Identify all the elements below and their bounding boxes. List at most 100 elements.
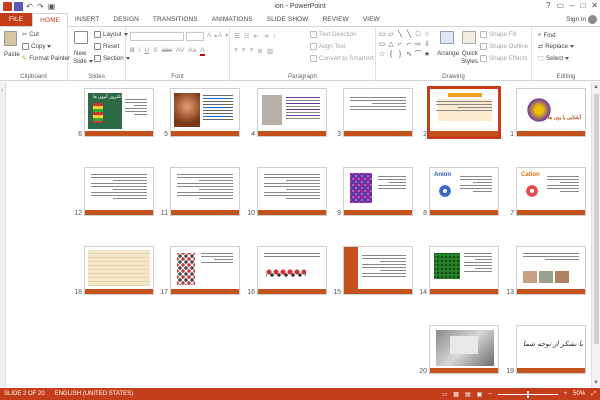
shape-option[interactable]: ▱ bbox=[387, 30, 395, 39]
zoom-out-icon[interactable]: – bbox=[488, 391, 491, 397]
section-button[interactable]: Section bbox=[94, 55, 130, 62]
align-right-icon[interactable]: ≡ bbox=[250, 47, 254, 55]
numbering-icon[interactable]: ☷ bbox=[244, 32, 250, 40]
tab-slide-show[interactable]: SLIDE SHOW bbox=[260, 13, 316, 26]
zoom-in-icon[interactable]: + bbox=[564, 391, 568, 397]
slide-thumbnail[interactable] bbox=[84, 167, 154, 216]
shape-option[interactable]: ╲ bbox=[405, 30, 413, 39]
shape-option[interactable]: ╲ bbox=[396, 30, 404, 39]
shape-fill-button[interactable]: Shape Fill bbox=[480, 31, 517, 38]
tab-animations[interactable]: ANIMATIONS bbox=[205, 13, 260, 26]
sign-in-link[interactable]: Sign in bbox=[566, 16, 586, 23]
slide-thumbnail[interactable] bbox=[343, 246, 413, 295]
slide-thumbnail[interactable] bbox=[429, 325, 499, 374]
tab-home[interactable]: HOME bbox=[32, 13, 69, 27]
slide-thumbnail[interactable] bbox=[170, 88, 240, 137]
columns-icon[interactable]: ▥ bbox=[267, 47, 273, 55]
shape-option[interactable]: ⌐ bbox=[396, 40, 404, 49]
shape-option[interactable]: ⇨ bbox=[414, 40, 422, 49]
reading-view-icon[interactable]: ▤ bbox=[465, 391, 471, 398]
zoom-slider-knob[interactable] bbox=[526, 390, 529, 398]
zoom-level[interactable]: 50% bbox=[573, 391, 585, 397]
text-direction-button[interactable]: Text Direction bbox=[310, 31, 356, 38]
slide-thumbnail[interactable]: الکترون آبیون ها bbox=[84, 88, 154, 137]
shape-option[interactable]: ⇩ bbox=[423, 40, 431, 49]
new-slide-dropdown[interactable]: Slide bbox=[73, 58, 93, 65]
font-color-button[interactable]: A bbox=[200, 47, 205, 56]
tab-review[interactable]: REVIEW bbox=[316, 13, 356, 26]
justify-icon[interactable]: ≣ bbox=[257, 47, 262, 55]
copy-button[interactable]: Copy bbox=[22, 43, 52, 50]
change-case-button[interactable]: Aa bbox=[188, 47, 196, 56]
shape-option[interactable]: ⌒ bbox=[414, 50, 422, 59]
shape-option[interactable]: ⌐ bbox=[405, 40, 413, 49]
bullets-icon[interactable]: ☰ bbox=[234, 32, 240, 40]
line-spacing-icon[interactable]: ↕ bbox=[273, 32, 276, 40]
slide-thumbnail[interactable] bbox=[429, 246, 499, 295]
arrange-button[interactable]: Arrange bbox=[437, 50, 459, 57]
slide-thumbnail[interactable]: آشنایی با یون ها bbox=[516, 88, 586, 137]
strikethrough-button[interactable]: abc bbox=[162, 47, 172, 56]
slide-thumbnail[interactable] bbox=[170, 167, 240, 216]
tab-insert[interactable]: INSERT bbox=[68, 13, 106, 26]
tab-view[interactable]: VIEW bbox=[356, 13, 387, 26]
new-slide-icon[interactable] bbox=[74, 31, 88, 44]
slide-thumbnail[interactable] bbox=[257, 88, 327, 137]
shape-option[interactable]: △ bbox=[387, 40, 395, 49]
arrange-icon[interactable] bbox=[440, 31, 454, 44]
align-text-button[interactable]: Align Text bbox=[310, 43, 346, 50]
slide-thumbnail[interactable] bbox=[84, 246, 154, 295]
italic-button[interactable]: I bbox=[139, 47, 141, 56]
format-painter-button[interactable]: ✎ Format Painter bbox=[22, 55, 70, 62]
shape-option[interactable]: ∿ bbox=[405, 50, 413, 59]
shape-option[interactable]: ▭ bbox=[378, 30, 386, 39]
increase-indent-icon[interactable]: ⇥ bbox=[263, 32, 268, 40]
help-icon[interactable]: ? bbox=[546, 1, 550, 10]
select-button[interactable]: ⬚ Select bbox=[538, 55, 570, 62]
shape-option[interactable]: ★ bbox=[423, 50, 431, 59]
collapsed-thumbnail-pane[interactable]: › bbox=[0, 82, 6, 388]
new-slide-label[interactable]: New bbox=[74, 50, 86, 57]
slideshow-view-icon[interactable]: ▣ bbox=[477, 391, 483, 398]
scroll-down-icon[interactable]: ▼ bbox=[593, 380, 599, 386]
zoom-slider[interactable] bbox=[497, 390, 558, 398]
normal-view-icon[interactable]: ▭ bbox=[442, 391, 448, 398]
slide-thumbnail[interactable] bbox=[516, 246, 586, 295]
slide-thumbnail[interactable]: با تشکر از توجه شما bbox=[516, 325, 586, 374]
shape-outline-button[interactable]: Shape Outline bbox=[480, 43, 528, 50]
shape-option[interactable]: { bbox=[387, 50, 395, 59]
scrollbar-thumb[interactable] bbox=[594, 94, 599, 344]
expand-arrow-icon[interactable]: › bbox=[1, 88, 3, 94]
tab-design[interactable]: DESIGN bbox=[106, 13, 146, 26]
shape-option[interactable]: ▭ bbox=[378, 40, 386, 49]
slide-thumbnail[interactable]: Cation bbox=[516, 167, 586, 216]
paste-icon[interactable] bbox=[4, 31, 17, 46]
slide-thumbnail[interactable] bbox=[170, 246, 240, 295]
shadow-button[interactable]: S bbox=[153, 47, 157, 56]
font-name-combobox[interactable] bbox=[130, 32, 184, 41]
cut-button[interactable]: ✂ Cut bbox=[22, 31, 39, 38]
reset-button[interactable]: Reset bbox=[94, 43, 119, 50]
paste-button[interactable]: Paste bbox=[4, 51, 20, 58]
slide-thumbnail[interactable] bbox=[257, 167, 327, 216]
quick-styles-icon[interactable] bbox=[462, 31, 476, 44]
scroll-up-icon[interactable]: ▲ bbox=[593, 84, 599, 90]
font-size-combobox[interactable] bbox=[186, 32, 204, 41]
quick-styles-label-2[interactable]: Styles bbox=[461, 58, 478, 65]
shape-option[interactable]: } bbox=[396, 50, 404, 59]
minimize-icon[interactable]: – bbox=[570, 1, 574, 10]
decrease-indent-icon[interactable]: ⇤ bbox=[254, 32, 259, 40]
maximize-icon[interactable]: □ bbox=[580, 1, 585, 10]
shapes-gallery[interactable]: ▭ ▱ ╲ ╲ □ ○ ▭ △ ⌐ ⌐ ⇨ ⇩ ☆{} ∿ ⌒ ★ bbox=[378, 30, 430, 68]
vertical-scrollbar[interactable]: ▲ ▼ bbox=[591, 82, 600, 388]
slide-sorter-view-icon[interactable]: ▦ bbox=[453, 391, 459, 398]
fit-to-window-icon[interactable]: ⤢ bbox=[591, 391, 596, 398]
shape-option[interactable]: ○ bbox=[423, 30, 431, 39]
align-center-icon[interactable]: ≡ bbox=[242, 47, 246, 55]
char-spacing-button[interactable]: AV bbox=[176, 47, 184, 56]
bold-button[interactable]: B bbox=[130, 47, 135, 56]
align-left-icon[interactable]: ≡ bbox=[234, 47, 238, 55]
grow-font-icon[interactable]: A ▲ bbox=[207, 32, 218, 39]
find-button[interactable]: ⌕ Find bbox=[538, 31, 556, 39]
slide-thumbnail[interactable] bbox=[343, 167, 413, 216]
